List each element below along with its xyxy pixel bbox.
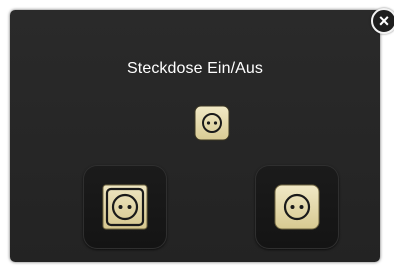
socket-on-button[interactable]	[255, 165, 339, 249]
socket-dialog: Steckdose Ein/Aus	[10, 10, 380, 262]
close-button[interactable]: ×	[371, 8, 394, 34]
socket-status-icon	[194, 105, 230, 141]
socket-off-icon	[102, 184, 148, 230]
dialog-title: Steckdose Ein/Aus	[127, 60, 263, 77]
close-icon: ×	[378, 11, 390, 31]
socket-on-icon	[274, 184, 320, 230]
socket-off-button[interactable]	[83, 165, 167, 249]
